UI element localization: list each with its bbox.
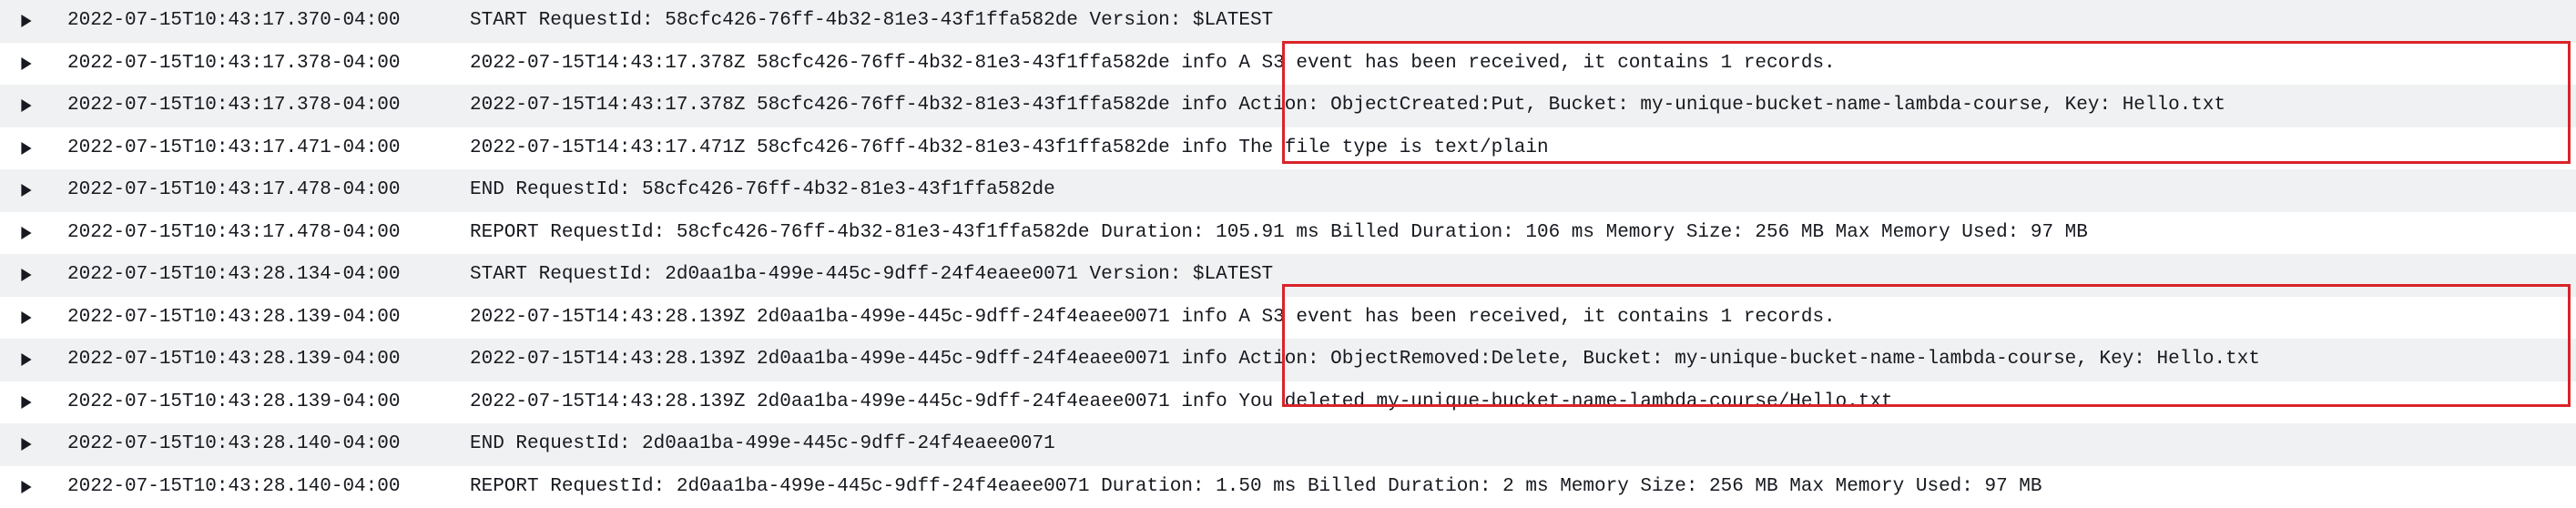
log-timestamp: 2022-07-15T10:43:17.471-04:00: [66, 127, 469, 170]
log-row[interactable]: 2022-07-15T10:43:28.139-04:00 2022-07-15…: [0, 381, 2576, 424]
log-message: 2022-07-15T14:43:28.139Z 2d0aa1ba-499e-4…: [469, 297, 2576, 340]
expand-icon[interactable]: [20, 438, 66, 451]
log-message: 2022-07-15T14:43:17.378Z 58cfc426-76ff-4…: [469, 85, 2576, 127]
log-row[interactable]: 2022-07-15T10:43:17.471-04:00 2022-07-15…: [0, 127, 2576, 170]
log-row[interactable]: 2022-07-15T10:43:17.378-04:00 2022-07-15…: [0, 85, 2576, 127]
log-message: 2022-07-15T14:43:28.139Z 2d0aa1ba-499e-4…: [469, 339, 2576, 381]
log-row[interactable]: 2022-07-15T10:43:28.139-04:00 2022-07-15…: [0, 339, 2576, 381]
expand-icon[interactable]: [20, 396, 66, 409]
log-row[interactable]: 2022-07-15T10:43:17.378-04:00 2022-07-15…: [0, 43, 2576, 86]
expand-icon[interactable]: [20, 311, 66, 324]
log-row[interactable]: 2022-07-15T10:43:28.134-04:00 START Requ…: [0, 254, 2576, 297]
log-row[interactable]: 2022-07-15T10:43:17.370-04:00 START Requ…: [0, 0, 2576, 43]
expand-icon[interactable]: [20, 184, 66, 197]
expand-icon[interactable]: [20, 227, 66, 239]
log-message: REPORT RequestId: 58cfc426-76ff-4b32-81e…: [469, 212, 2576, 255]
log-timestamp: 2022-07-15T10:43:28.139-04:00: [66, 297, 469, 340]
log-events-table: 2022-07-15T10:43:17.370-04:00 START Requ…: [0, 0, 2576, 508]
log-row[interactable]: 2022-07-15T10:43:17.478-04:00 REPORT Req…: [0, 212, 2576, 255]
log-row[interactable]: 2022-07-15T10:43:17.478-04:00 END Reques…: [0, 169, 2576, 212]
expand-icon[interactable]: [20, 353, 66, 366]
log-message: 2022-07-15T14:43:17.471Z 58cfc426-76ff-4…: [469, 127, 2576, 170]
log-row[interactable]: 2022-07-15T10:43:28.140-04:00 END Reques…: [0, 423, 2576, 466]
log-message: 2022-07-15T14:43:17.378Z 58cfc426-76ff-4…: [469, 43, 2576, 86]
expand-icon[interactable]: [20, 142, 66, 155]
log-timestamp: 2022-07-15T10:43:17.478-04:00: [66, 169, 469, 212]
log-row[interactable]: 2022-07-15T10:43:28.139-04:00 2022-07-15…: [0, 297, 2576, 340]
log-timestamp: 2022-07-15T10:43:17.478-04:00: [66, 212, 469, 255]
log-timestamp: 2022-07-15T10:43:17.378-04:00: [66, 85, 469, 127]
log-message: 2022-07-15T14:43:28.139Z 2d0aa1ba-499e-4…: [469, 381, 2576, 424]
log-message: END RequestId: 58cfc426-76ff-4b32-81e3-4…: [469, 169, 2576, 212]
log-timestamp: 2022-07-15T10:43:17.378-04:00: [66, 43, 469, 86]
expand-icon[interactable]: [20, 99, 66, 112]
expand-icon[interactable]: [20, 15, 66, 27]
log-message: START RequestId: 2d0aa1ba-499e-445c-9dff…: [469, 254, 2576, 297]
expand-icon[interactable]: [20, 269, 66, 281]
log-message: END RequestId: 2d0aa1ba-499e-445c-9dff-2…: [469, 423, 2576, 466]
log-timestamp: 2022-07-15T10:43:17.370-04:00: [66, 0, 469, 43]
log-timestamp: 2022-07-15T10:43:28.140-04:00: [66, 423, 469, 466]
log-timestamp: 2022-07-15T10:43:28.134-04:00: [66, 254, 469, 297]
expand-icon[interactable]: [20, 57, 66, 70]
log-timestamp: 2022-07-15T10:43:28.139-04:00: [66, 381, 469, 424]
log-message: START RequestId: 58cfc426-76ff-4b32-81e3…: [469, 0, 2576, 43]
log-events-panel: 2022-07-15T10:43:17.370-04:00 START Requ…: [0, 0, 2576, 508]
log-timestamp: 2022-07-15T10:43:28.139-04:00: [66, 339, 469, 381]
